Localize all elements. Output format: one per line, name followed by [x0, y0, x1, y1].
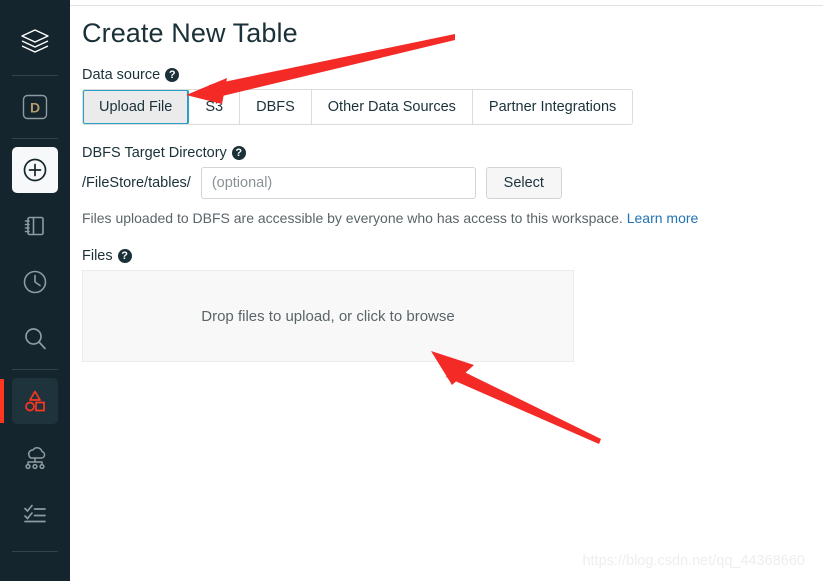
files-label-row: Files ?: [82, 248, 823, 264]
sidebar-divider-3: [12, 369, 58, 370]
active-indicator-bar: [0, 379, 4, 423]
sidebar-item-workspace-initial[interactable]: D: [12, 84, 58, 130]
left-sidebar: D: [0, 0, 70, 581]
top-divider: [70, 5, 823, 6]
sidebar-item-create-new[interactable]: [12, 147, 58, 193]
data-source-tabs: Upload File S3 DBFS Other Data Sources P…: [82, 89, 634, 125]
sidebar-slot-jobs[interactable]: [0, 485, 70, 541]
sidebar-slot-workspace[interactable]: [0, 198, 70, 254]
plus-circle-icon: [21, 156, 49, 184]
tab-s3[interactable]: S3: [189, 90, 241, 124]
dbfs-target-label-row: DBFS Target Directory ?: [82, 145, 823, 161]
question-mark-icon[interactable]: ?: [231, 146, 246, 160]
select-button[interactable]: Select: [485, 167, 562, 199]
sidebar-item-workspace[interactable]: [12, 203, 58, 249]
letter-d-icon: D: [20, 92, 50, 122]
files-label: Files: [82, 248, 113, 264]
cloud-cluster-icon: [20, 443, 50, 471]
dropzone-text: Drop files to upload, or click to browse: [201, 307, 455, 325]
layers-icon: [18, 25, 52, 59]
app-root: D Create New Table Data source ? Upload …: [0, 0, 823, 581]
search-icon: [21, 324, 49, 352]
sidebar-item-data[interactable]: [12, 378, 58, 424]
sidebar-item-clusters[interactable]: [12, 434, 58, 480]
question-mark-icon[interactable]: ?: [165, 68, 180, 82]
tab-upload-file[interactable]: Upload File: [83, 90, 190, 124]
dbfs-help-text-body: Files uploaded to DBFS are accessible by…: [82, 210, 623, 226]
tab-dbfs[interactable]: DBFS: [240, 90, 312, 124]
notebook-icon: [21, 212, 49, 240]
dbfs-path-prefix: /FileStore/tables/: [82, 175, 191, 191]
dbfs-target-input[interactable]: [200, 167, 476, 199]
sidebar-slot-data[interactable]: [0, 373, 70, 429]
sidebar-slot-workspace-initial[interactable]: D: [0, 79, 70, 135]
sidebar-slot-clusters[interactable]: [0, 429, 70, 485]
page-title: Create New Table: [82, 18, 298, 48]
shapes-icon: [21, 387, 49, 415]
learn-more-link[interactable]: Learn more: [627, 210, 699, 226]
sidebar-item-databricks-logo[interactable]: [12, 19, 58, 65]
tab-other-data-sources[interactable]: Other Data Sources: [311, 90, 473, 124]
tab-partner-integrations[interactable]: Partner Integrations: [472, 90, 633, 124]
watermark-text: https://blog.csdn.net/qq_44368660: [582, 553, 805, 569]
sidebar-divider-4: [12, 551, 58, 552]
dbfs-target-row: /FileStore/tables/ Select: [82, 167, 823, 199]
question-mark-icon[interactable]: ?: [117, 249, 132, 263]
file-dropzone[interactable]: Drop files to upload, or click to browse: [82, 270, 574, 362]
sidebar-slot-recents[interactable]: [0, 254, 70, 310]
checklist-icon: [21, 499, 49, 527]
sidebar-divider-1: [12, 75, 58, 76]
sidebar-item-recents[interactable]: [12, 259, 58, 305]
sidebar-item-search[interactable]: [12, 315, 58, 361]
dbfs-help-text: Files uploaded to DBFS are accessible by…: [82, 210, 823, 226]
sidebar-slot-logo[interactable]: [0, 12, 70, 72]
sidebar-divider-2: [12, 138, 58, 139]
sidebar-item-jobs[interactable]: [12, 490, 58, 536]
main-content: Create New Table Data source ? Upload Fi…: [70, 0, 823, 581]
data-source-label-row: Data source ?: [82, 67, 823, 83]
data-source-label: Data source: [82, 67, 161, 83]
clock-icon: [21, 268, 49, 296]
svg-text:D: D: [30, 100, 40, 116]
sidebar-slot-search[interactable]: [0, 310, 70, 366]
dbfs-target-label: DBFS Target Directory: [82, 145, 227, 161]
sidebar-slot-create-new[interactable]: [0, 142, 70, 198]
